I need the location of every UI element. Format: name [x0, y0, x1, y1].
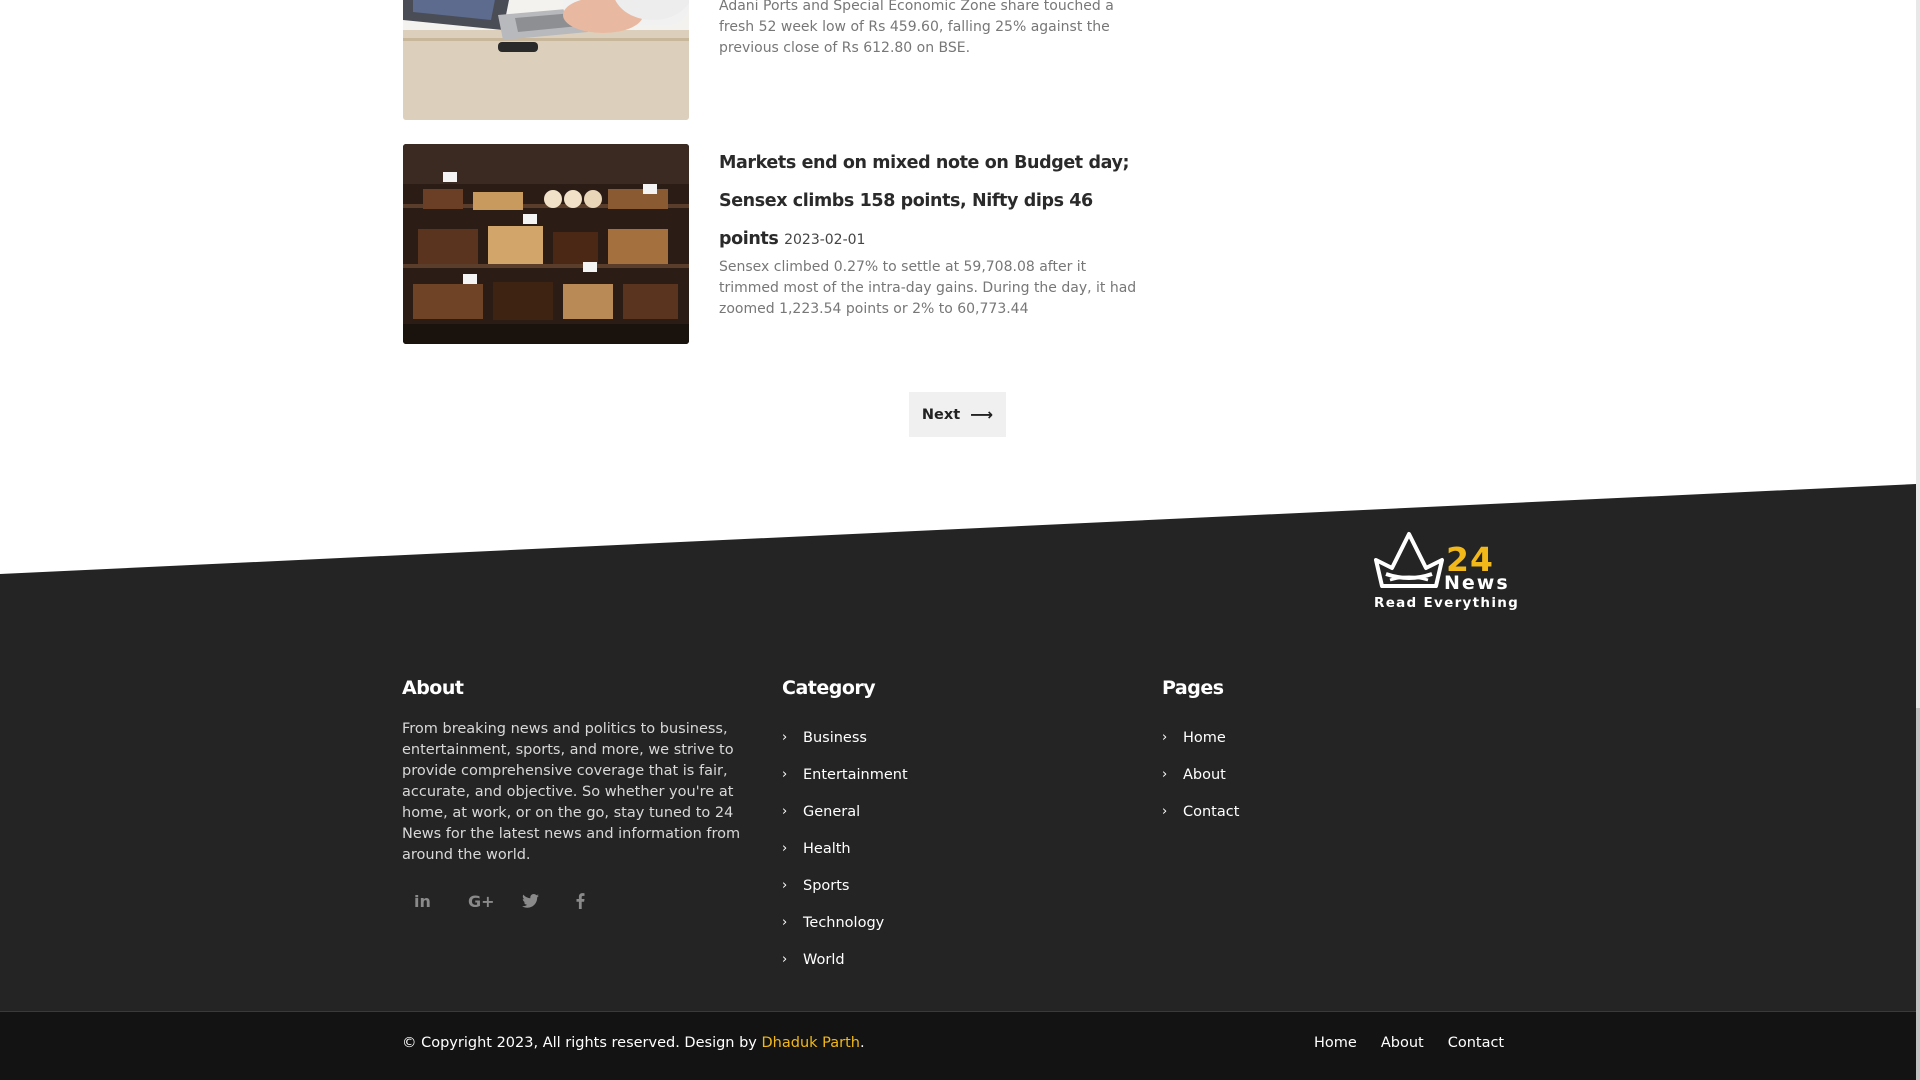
site-logo[interactable]: 24 News Read Everything — [1372, 530, 1520, 611]
social-links: in G+ — [405, 886, 621, 916]
facebook-icon[interactable] — [567, 886, 621, 916]
google-plus-icon[interactable]: G+ — [459, 886, 513, 916]
chevron-right-icon: › — [1162, 730, 1168, 745]
page-link-item[interactable]: › Home — [1162, 719, 1239, 756]
copyright-prefix: © Copyright 2023, All rights reserved. D… — [402, 1035, 762, 1051]
category-label[interactable]: Health — [803, 841, 851, 857]
pages-list: › Home › About › Contact — [1162, 719, 1239, 830]
page-link-label[interactable]: About — [1183, 767, 1226, 783]
chevron-right-icon: › — [782, 878, 788, 893]
bottom-link-about[interactable]: About — [1381, 1035, 1424, 1051]
category-item[interactable]: › Sports — [782, 867, 908, 904]
footer-pages-title: Pages — [1162, 677, 1224, 699]
copyright-suffix: . — [859, 1035, 865, 1051]
chevron-right-icon: › — [782, 804, 788, 819]
page-link-label[interactable]: Home — [1183, 730, 1226, 746]
category-item[interactable]: › Entertainment — [782, 756, 908, 793]
chevron-right-icon: › — [1162, 767, 1168, 782]
category-item[interactable]: › Business — [782, 719, 908, 756]
chevron-right-icon: › — [782, 915, 788, 930]
page-link-item[interactable]: › Contact — [1162, 793, 1239, 830]
category-item[interactable]: › World — [782, 941, 908, 978]
chevron-right-icon: › — [1162, 804, 1168, 819]
category-list: › Business › Entertainment › General › Healt… — [782, 719, 908, 978]
category-item[interactable]: › Health — [782, 830, 908, 867]
logo-tagline: Read Everything — [1374, 595, 1520, 611]
page-link-item[interactable]: › About — [1162, 756, 1239, 793]
category-label[interactable]: Business — [803, 730, 867, 746]
chevron-right-icon: › — [782, 730, 788, 745]
category-label[interactable]: General — [803, 804, 860, 820]
page-link-label[interactable]: Contact — [1183, 804, 1239, 820]
bottom-bar — [0, 1011, 1916, 1080]
scrollbar-thumb[interactable] — [1916, 708, 1920, 1080]
category-label[interactable]: World — [803, 952, 845, 968]
bottom-link-home[interactable]: Home — [1314, 1035, 1357, 1051]
page: Adani Ports and Special Economic Zone sh… — [0, 0, 1920, 1080]
category-label[interactable]: Sports — [803, 878, 849, 894]
twitter-icon[interactable] — [513, 886, 567, 916]
logo-name: News — [1444, 572, 1510, 594]
chevron-right-icon: › — [782, 767, 788, 782]
bottom-link-contact[interactable]: Contact — [1448, 1035, 1504, 1051]
footer-about-text: From breaking news and politics to busin… — [402, 721, 741, 863]
footer-background — [0, 484, 1916, 1080]
bottom-nav: Home About Contact — [1314, 1035, 1504, 1051]
chevron-right-icon: › — [782, 841, 788, 856]
crown-icon — [1374, 532, 1444, 588]
category-item[interactable]: › Technology — [782, 904, 908, 941]
footer-category-title: Category — [782, 677, 876, 699]
category-label[interactable]: Entertainment — [803, 767, 908, 783]
copyright-text: © Copyright 2023, All rights reserved. D… — [402, 1035, 865, 1051]
author-link[interactable]: Dhaduk Parth — [762, 1035, 860, 1051]
chevron-right-icon: › — [782, 952, 788, 967]
category-label[interactable]: Technology — [803, 915, 884, 931]
linkedin-icon[interactable]: in — [405, 886, 459, 916]
footer-about-title: About — [402, 677, 464, 699]
category-item[interactable]: › General — [782, 793, 908, 830]
